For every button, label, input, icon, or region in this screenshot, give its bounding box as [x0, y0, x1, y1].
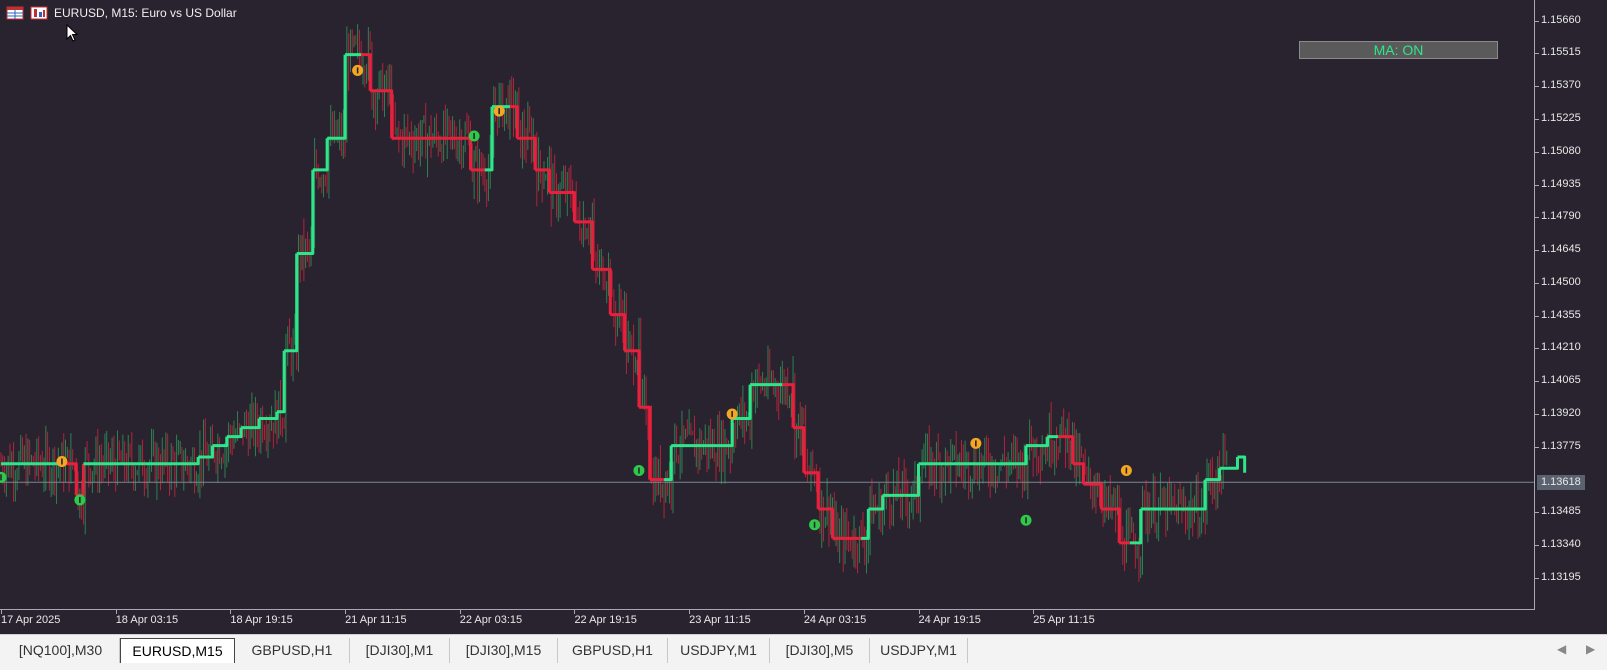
chart-window[interactable]: EURUSD, M15: Euro vs US Dollar MA: ON 1.… — [0, 0, 1607, 634]
time-axis: 17 Apr 2025 18 Apr 03:15 18 Apr 19:15 21 Ap… — [0, 610, 1535, 634]
tab-active[interactable]: EURUSD,M15 — [120, 638, 235, 663]
price-chart[interactable] — [0, 0, 1535, 610]
ma-toggle-button[interactable]: MA: ON — [1299, 41, 1498, 59]
mouse-cursor-icon — [66, 24, 79, 42]
ma-trend-line-segment — [259, 411, 279, 421]
price-tick-label: 1.15225 — [1535, 112, 1581, 125]
price-tick-label: 1.14355 — [1535, 308, 1581, 321]
current-price-label: 1.13618 — [1537, 475, 1585, 491]
ma-trend-line-segment — [1219, 456, 1239, 470]
time-tick-label: 23 Apr 11:15 — [689, 610, 751, 626]
time-tick-label: 17 Apr 2025 — [1, 610, 61, 626]
chart-tab[interactable]: [DJI30],M5 — [770, 638, 870, 663]
price-tick-label: 1.14065 — [1535, 374, 1581, 387]
time-tick-label: 22 Apr 19:15 — [574, 610, 637, 626]
tab-scroll-left-icon[interactable]: ◀ — [1557, 642, 1566, 656]
time-tick-label: 25 Apr 11:15 — [1033, 610, 1095, 626]
price-tick-label: 1.15080 — [1535, 144, 1581, 157]
save-chart-icon[interactable] — [30, 6, 48, 20]
price-tick-label: 1.15370 — [1535, 79, 1581, 92]
chart-title-bar: EURUSD, M15: Euro vs US Dollar — [6, 6, 237, 20]
price-tick-label: 1.14645 — [1535, 243, 1581, 256]
ma-trend-line-segment — [592, 267, 612, 315]
price-tick-label: 1.15515 — [1535, 46, 1581, 59]
price-tick-label: 1.13920 — [1535, 407, 1581, 420]
price-tick-label: 1.13485 — [1535, 505, 1581, 518]
chart-tab[interactable]: [DJI30],M15 — [450, 638, 558, 663]
chart-plot-area[interactable]: EURUSD, M15: Euro vs US Dollar MA: ON — [0, 0, 1535, 610]
chart-tab[interactable]: [NQ100],M30 — [2, 638, 120, 663]
time-tick-label: 18 Apr 19:15 — [230, 610, 293, 626]
time-tick-label: 18 Apr 03:15 — [115, 610, 179, 626]
price-tick-label: 1.13775 — [1535, 439, 1581, 452]
chart-tab[interactable]: GBPUSD,H1 — [558, 638, 668, 663]
time-tick-label: 21 Apr 11:15 — [345, 610, 407, 626]
chart-list-icon[interactable] — [6, 6, 24, 20]
chart-title: EURUSD, M15: Euro vs US Dollar — [54, 6, 237, 20]
price-tick-label: 1.15660 — [1535, 13, 1581, 26]
time-tick-label: 24 Apr 03:15 — [803, 610, 867, 626]
price-tick-label: 1.13340 — [1535, 538, 1581, 551]
price-tick-label: 1.14935 — [1535, 177, 1581, 190]
price-axis: 1.13618 1.15660 1.15515 1.15370 1.15225 1.15… — [1535, 0, 1607, 634]
time-tick-label: 24 Apr 19:15 — [918, 610, 981, 626]
chart-tab[interactable]: GBPUSD,H1 — [235, 638, 350, 663]
ma-trend-line-segment — [296, 169, 315, 256]
price-tick-label: 1.14790 — [1535, 210, 1581, 223]
chart-tab[interactable]: [DJI30],M1 — [350, 638, 450, 663]
chart-tab-bar: ◀ ▶ [NQ100],M30 EURUSD,M15 GBPUSD,H1 [DJI30… — [0, 634, 1607, 670]
chart-tab[interactable]: USDJPY,M1 — [668, 638, 770, 663]
chart-tab[interactable]: USDJPY,M1 — [870, 638, 968, 663]
price-tick-label: 1.13195 — [1535, 570, 1581, 583]
price-tick-label: 1.14210 — [1535, 341, 1581, 354]
tab-scroll-right-icon[interactable]: ▶ — [1586, 642, 1595, 656]
price-tick-label: 1.14500 — [1535, 275, 1581, 288]
time-tick-label: 22 Apr 03:15 — [459, 610, 523, 626]
